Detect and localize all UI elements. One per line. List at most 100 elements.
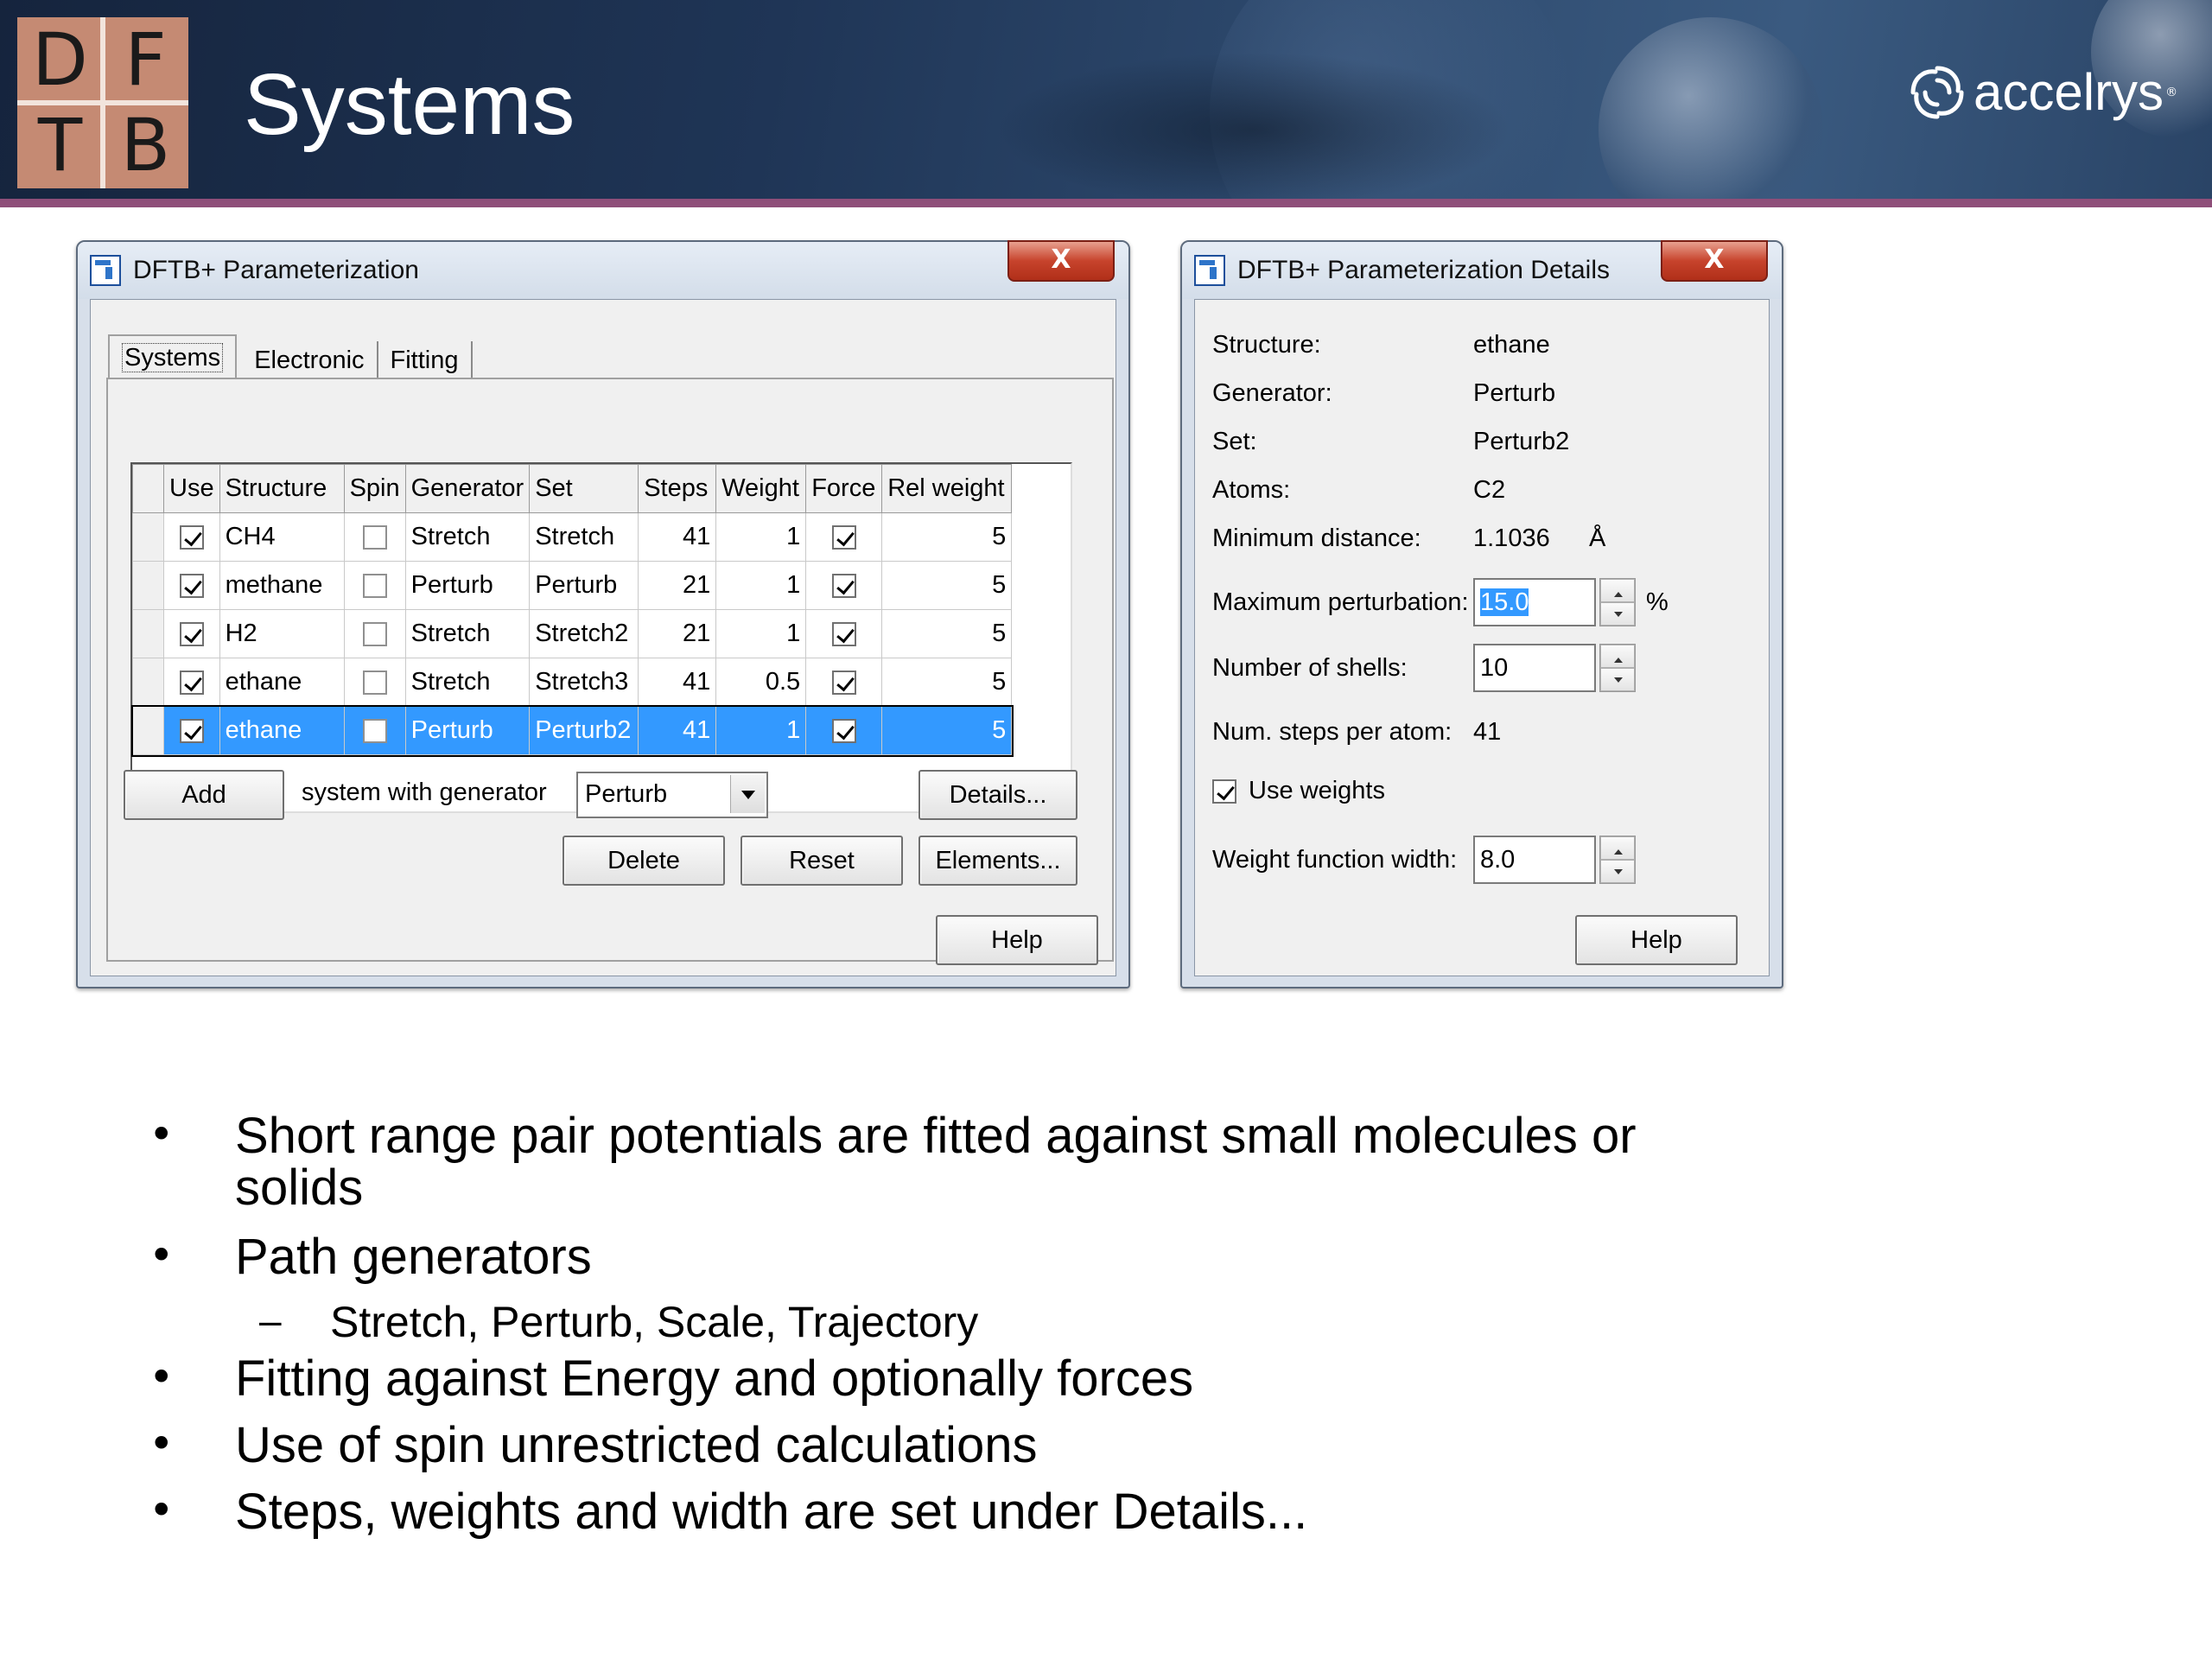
table-row[interactable]: H2 Stretch Stretch2 21 1 5 (132, 609, 1013, 658)
column-header-generator[interactable]: Generator (404, 464, 531, 513)
chevron-down-icon[interactable] (730, 775, 765, 813)
column-header-use[interactable]: Use (163, 464, 220, 513)
weight-width-input[interactable]: 8.0 (1473, 836, 1596, 884)
structure-cell[interactable]: ethane (219, 658, 345, 707)
steps-cell[interactable]: 21 (638, 561, 717, 610)
weight-cell[interactable]: 1 (715, 706, 807, 755)
use-cell[interactable] (163, 609, 220, 658)
dialog-titlebar[interactable]: DFTB+ Parameterization (78, 242, 1128, 299)
use-cell[interactable] (163, 706, 220, 755)
checkbox-checked-icon[interactable] (831, 622, 856, 647)
column-header-weight[interactable]: Weight (715, 464, 807, 513)
rel-weight-cell[interactable]: 5 (881, 706, 1013, 755)
force-cell[interactable] (805, 609, 883, 658)
row-header[interactable] (132, 658, 164, 707)
reset-button[interactable]: Reset (741, 836, 903, 886)
table-row[interactable]: ethane Stretch Stretch3 41 0.5 5 (132, 658, 1013, 707)
steps-cell[interactable]: 41 (638, 512, 717, 562)
structure-cell[interactable]: ethane (219, 706, 345, 755)
column-header-set[interactable]: Set (529, 464, 639, 513)
weight-cell[interactable]: 1 (715, 609, 807, 658)
set-cell[interactable]: Stretch2 (529, 609, 639, 658)
structure-cell[interactable]: H2 (219, 609, 345, 658)
set-cell[interactable]: Perturb (529, 561, 639, 610)
weight-cell[interactable]: 1 (715, 561, 807, 610)
elements-button[interactable]: Elements... (918, 836, 1077, 886)
rel-weight-cell[interactable]: 5 (881, 561, 1013, 610)
generator-cell[interactable]: Stretch (404, 609, 531, 658)
row-header[interactable] (132, 706, 164, 755)
checkbox-checked-icon[interactable] (831, 574, 856, 599)
column-header-steps[interactable]: Steps (638, 464, 717, 513)
weight-cell[interactable]: 1 (715, 512, 807, 562)
spin-cell[interactable] (343, 512, 406, 562)
add-button[interactable]: Add (124, 770, 284, 820)
force-cell[interactable] (805, 658, 883, 707)
details-button[interactable]: Details... (918, 770, 1077, 820)
use-cell[interactable] (163, 561, 220, 610)
checkbox-checked-icon[interactable] (831, 525, 856, 550)
column-header-force[interactable]: Force (805, 464, 883, 513)
spin-up-icon[interactable] (1600, 579, 1635, 602)
row-header[interactable] (132, 561, 164, 610)
tab-systems[interactable]: Systems (108, 334, 238, 379)
force-cell[interactable] (805, 706, 883, 755)
structure-cell[interactable]: CH4 (219, 512, 345, 562)
use-weights-checkbox[interactable]: Use weights (1212, 777, 1385, 805)
spin-cell[interactable] (343, 706, 406, 755)
structure-cell[interactable]: methane (219, 561, 345, 610)
checkbox-checked-icon[interactable] (179, 574, 204, 599)
row-header[interactable] (132, 512, 164, 562)
column-header-rel-weight[interactable]: Rel weight (881, 464, 1013, 513)
use-cell[interactable] (163, 512, 220, 562)
rel-weight-cell[interactable]: 5 (881, 658, 1013, 707)
num-shells-spinner[interactable] (1599, 644, 1636, 692)
steps-cell[interactable]: 41 (638, 658, 717, 707)
force-cell[interactable] (805, 512, 883, 562)
weight-width-spinner[interactable] (1599, 836, 1636, 884)
generator-select[interactable]: Perturb (576, 772, 768, 818)
steps-cell[interactable]: 41 (638, 706, 717, 755)
rel-weight-cell[interactable]: 5 (881, 609, 1013, 658)
table-row[interactable]: ethane Perturb Perturb2 41 1 5 (130, 704, 1014, 757)
set-cell[interactable]: Stretch3 (529, 658, 639, 707)
num-shells-input[interactable]: 10 (1473, 644, 1596, 692)
checkbox-checked-icon[interactable] (831, 719, 856, 744)
tab-electronic[interactable]: Electronic (242, 341, 378, 379)
checkbox-unchecked-icon[interactable] (362, 671, 387, 696)
rel-weight-cell[interactable]: 5 (881, 512, 1013, 562)
spin-cell[interactable] (343, 561, 406, 610)
checkbox-checked-icon[interactable] (179, 719, 204, 744)
checkbox-checked-icon[interactable] (831, 671, 856, 696)
checkbox-checked-icon[interactable] (179, 622, 204, 647)
table-row[interactable]: methane Perturb Perturb 21 1 5 (132, 561, 1013, 610)
steps-cell[interactable]: 21 (638, 609, 717, 658)
generator-cell[interactable]: Stretch (404, 512, 531, 562)
help-button[interactable]: Help (1575, 915, 1738, 965)
set-cell[interactable]: Perturb2 (529, 706, 639, 755)
generator-cell[interactable]: Perturb (404, 706, 531, 755)
force-cell[interactable] (805, 561, 883, 610)
checkbox-checked-icon[interactable] (179, 525, 204, 550)
spin-down-icon[interactable] (1600, 668, 1635, 691)
checkbox-unchecked-icon[interactable] (362, 719, 387, 744)
column-header-spin[interactable]: Spin (343, 464, 406, 513)
row-header[interactable] (132, 609, 164, 658)
use-cell[interactable] (163, 658, 220, 707)
max-perturbation-spinner[interactable] (1599, 578, 1636, 626)
max-perturbation-input[interactable]: 15.0 (1473, 578, 1596, 626)
spin-up-icon[interactable] (1600, 836, 1635, 860)
systems-grid[interactable]: Use Structure Spin Generator Set Steps W… (130, 462, 1072, 813)
close-button[interactable]: X (1661, 240, 1768, 282)
close-button[interactable]: X (1007, 240, 1115, 282)
table-row[interactable]: CH4 Stretch Stretch 41 1 5 (132, 512, 1013, 562)
spin-down-icon[interactable] (1600, 860, 1635, 883)
tab-fitting[interactable]: Fitting (378, 341, 473, 379)
spin-up-icon[interactable] (1600, 645, 1635, 668)
spin-cell[interactable] (343, 609, 406, 658)
column-header-structure[interactable]: Structure (219, 464, 345, 513)
spin-down-icon[interactable] (1600, 602, 1635, 626)
checkbox-unchecked-icon[interactable] (362, 622, 387, 647)
checkbox-checked-icon[interactable] (1212, 779, 1236, 804)
generator-cell[interactable]: Perturb (404, 561, 531, 610)
